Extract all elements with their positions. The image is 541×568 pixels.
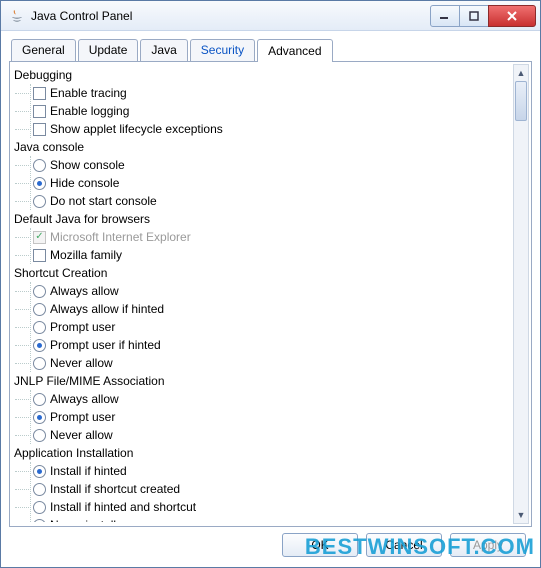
label-jnlp-always: Always allow bbox=[50, 390, 119, 408]
scroll-track[interactable] bbox=[514, 81, 528, 507]
radio-sc-hinted[interactable] bbox=[33, 303, 46, 316]
close-button[interactable] bbox=[488, 5, 536, 27]
tab-advanced[interactable]: Advanced bbox=[257, 39, 332, 62]
checkbox-enable-tracing[interactable] bbox=[33, 87, 46, 100]
window-title: Java Control Panel bbox=[31, 9, 431, 23]
minimize-button[interactable] bbox=[430, 5, 460, 27]
radio-ai-both[interactable] bbox=[33, 501, 46, 514]
label-no-start-console: Do not start console bbox=[50, 192, 157, 210]
radio-jnlp-never[interactable] bbox=[33, 429, 46, 442]
label-ai-hinted: Install if hinted bbox=[50, 462, 127, 480]
radio-ai-never[interactable] bbox=[33, 519, 46, 523]
group-shortcut: Shortcut Creation bbox=[14, 264, 511, 282]
radio-sc-never[interactable] bbox=[33, 357, 46, 370]
label-sc-prompt: Prompt user bbox=[50, 318, 115, 336]
tab-update[interactable]: Update bbox=[78, 39, 139, 62]
label-mozilla: Mozilla family bbox=[50, 246, 122, 264]
window-buttons bbox=[431, 5, 536, 27]
ok-button[interactable]: OK bbox=[282, 533, 358, 557]
java-icon bbox=[9, 8, 25, 24]
group-default-java: Default Java for browsers bbox=[14, 210, 511, 228]
label-sc-prompth: Prompt user if hinted bbox=[50, 336, 161, 354]
vertical-scrollbar[interactable]: ▲ ▼ bbox=[513, 64, 529, 524]
tab-security[interactable]: Security bbox=[190, 39, 255, 62]
radio-ai-shortcut[interactable] bbox=[33, 483, 46, 496]
radio-sc-prompt[interactable] bbox=[33, 321, 46, 334]
tab-java[interactable]: Java bbox=[140, 39, 187, 62]
group-debugging: Debugging bbox=[14, 66, 511, 84]
label-sc-always: Always allow bbox=[50, 282, 119, 300]
label-ai-shortcut: Install if shortcut created bbox=[50, 480, 180, 498]
label-msie: Microsoft Internet Explorer bbox=[50, 228, 191, 246]
dialog-buttons: OK Cancel Apply bbox=[9, 527, 532, 563]
label-enable-logging: Enable logging bbox=[50, 102, 129, 120]
radio-hide-console[interactable] bbox=[33, 177, 46, 190]
checkbox-enable-logging[interactable] bbox=[33, 105, 46, 118]
label-ai-both: Install if hinted and shortcut bbox=[50, 498, 196, 516]
radio-ai-hinted[interactable] bbox=[33, 465, 46, 478]
radio-jnlp-always[interactable] bbox=[33, 393, 46, 406]
settings-tree: Debugging Enable tracing Enable logging … bbox=[14, 66, 511, 522]
java-control-panel-window: Java Control Panel General Update Java S… bbox=[0, 0, 541, 568]
label-sc-hinted: Always allow if hinted bbox=[50, 300, 164, 318]
radio-sc-prompth[interactable] bbox=[33, 339, 46, 352]
label-applet-exceptions: Show applet lifecycle exceptions bbox=[50, 120, 223, 138]
radio-jnlp-prompt[interactable] bbox=[33, 411, 46, 424]
scroll-up-icon[interactable]: ▲ bbox=[514, 65, 528, 81]
advanced-panel: Debugging Enable tracing Enable logging … bbox=[9, 61, 532, 527]
maximize-button[interactable] bbox=[459, 5, 489, 27]
scroll-thumb[interactable] bbox=[515, 81, 527, 121]
group-app-install: Application Installation bbox=[14, 444, 511, 462]
label-ai-never: Never install bbox=[50, 516, 116, 522]
checkbox-mozilla[interactable] bbox=[33, 249, 46, 262]
radio-show-console[interactable] bbox=[33, 159, 46, 172]
label-enable-tracing: Enable tracing bbox=[50, 84, 127, 102]
label-jnlp-prompt: Prompt user bbox=[50, 408, 115, 426]
tab-general[interactable]: General bbox=[11, 39, 76, 62]
label-jnlp-never: Never allow bbox=[50, 426, 113, 444]
group-java-console: Java console bbox=[14, 138, 511, 156]
titlebar[interactable]: Java Control Panel bbox=[1, 1, 540, 31]
label-hide-console: Hide console bbox=[50, 174, 119, 192]
content-area: General Update Java Security Advanced De… bbox=[1, 31, 540, 567]
cancel-button[interactable]: Cancel bbox=[366, 533, 442, 557]
label-show-console: Show console bbox=[50, 156, 125, 174]
scroll-down-icon[interactable]: ▼ bbox=[514, 507, 528, 523]
radio-no-start-console[interactable] bbox=[33, 195, 46, 208]
checkbox-msie bbox=[33, 231, 46, 244]
label-sc-never: Never allow bbox=[50, 354, 113, 372]
apply-button: Apply bbox=[450, 533, 526, 557]
tab-strip: General Update Java Security Advanced bbox=[9, 39, 532, 62]
radio-sc-always[interactable] bbox=[33, 285, 46, 298]
group-jnlp: JNLP File/MIME Association bbox=[14, 372, 511, 390]
checkbox-applet-exceptions[interactable] bbox=[33, 123, 46, 136]
